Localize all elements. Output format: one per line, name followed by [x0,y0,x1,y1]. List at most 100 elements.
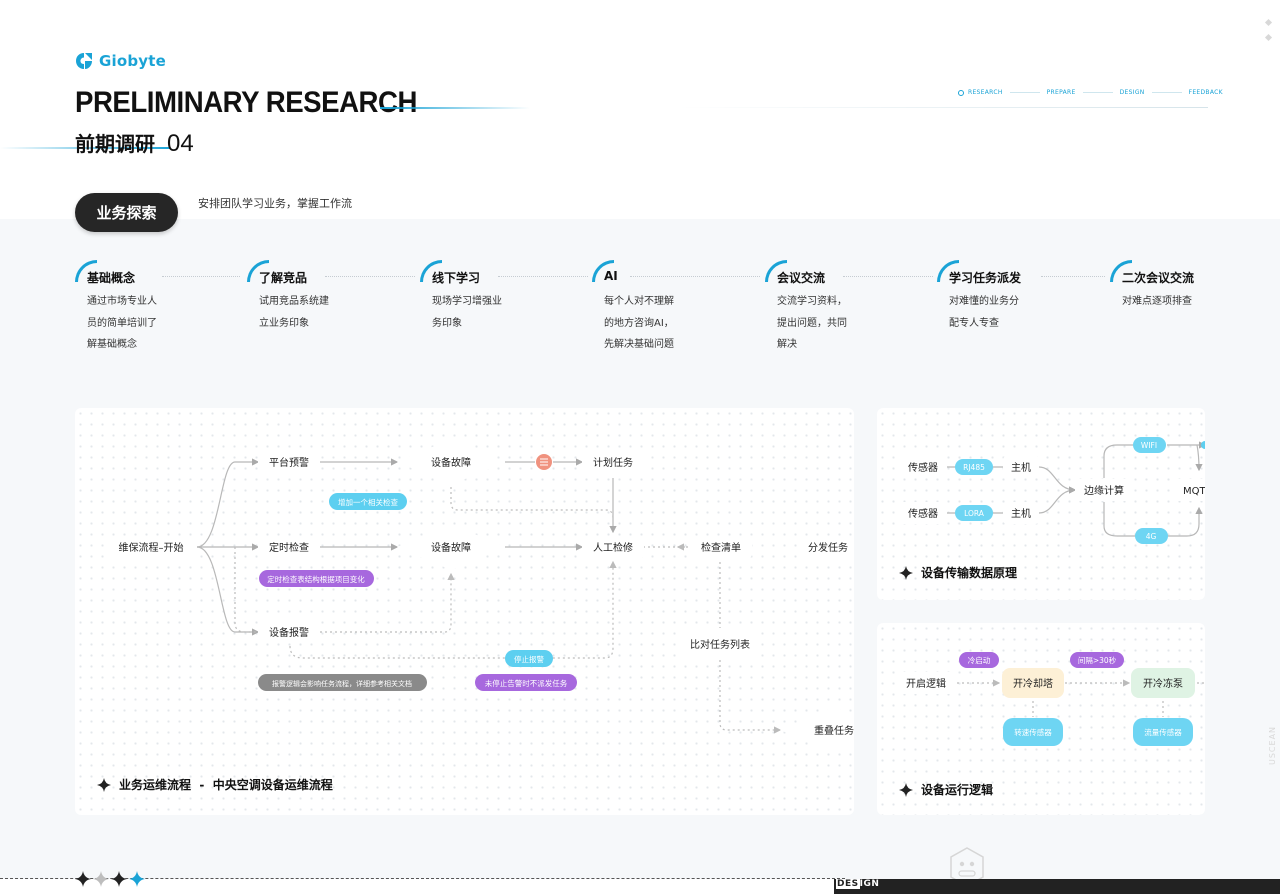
process-step-title: 了解竞品 [259,271,308,285]
svg-text:主机: 主机 [1011,461,1031,474]
footer-stars [75,871,145,887]
red-list-icon [536,454,552,470]
node-start: 维保流程–开始 [105,536,197,558]
process-step-desc: 现场学习增强业 务印象 [432,296,502,329]
node-scheduled-check: 定时检查 [258,536,320,558]
process-step-desc: 对难点逐项排查 [1122,296,1192,307]
node-device-alarm: 设备报警 [258,621,320,643]
step-nav: RESEARCH PREPARE DESIGN FEEDBACK [958,89,1223,96]
svg-text:计划任务: 计划任务 [593,456,633,469]
svg-text:分发任务: 分发任务 [808,541,848,554]
step-feedback[interactable]: FEEDBACK [1189,89,1223,96]
svg-text:未停止告警时不派发任务: 未停止告警时不派发任务 [485,678,568,688]
node-duplicate: 重叠任务 [780,707,854,753]
svg-text:人工检修: 人工检修 [593,541,633,554]
node-speed-sensor: 转速传感器 [1003,718,1063,746]
process-step-title: 基础概念 [87,271,136,285]
caption-text: 设备传输数据原理 [921,566,1018,580]
brand-logo: Giobyte [75,52,166,70]
process-steps: 基础概念 通过市场专业人 员的简单培训了 解基础概念 了解竞品 试用竞品系统建 立业务… [75,258,1215,368]
step-divider [1151,92,1182,93]
node-fault-1: 设备故障 [397,439,505,485]
svg-text:MQTT: MQTT [1183,486,1205,497]
svg-text:主机: 主机 [1011,507,1031,520]
caption-text: 设备运行逻辑 [921,783,994,797]
svg-text:重叠任务: 重叠任务 [814,724,854,737]
step-design[interactable]: DESIGN [1120,89,1145,96]
tag-alarm-logic: 报警逻辑会影响任务流程，详细参考相关文档 [258,674,427,691]
svg-text:增加一个相关检查: 增加一个相关检查 [338,497,398,507]
node-host-1: 主机 [1003,456,1039,478]
sparkle-icon [111,871,127,887]
logo-text: Giobyte [99,52,167,70]
node-dispatch: 分发任务 [797,536,854,558]
process-connector [498,276,588,277]
process-step-desc: 每个人对不理解 的地方咨询AI， 先解决基础问题 [604,296,674,350]
node-cool-pump: 开冷冻泵 [1131,668,1195,698]
svg-text:间隔>30秒: 间隔>30秒 [1078,655,1117,665]
process-connector [162,276,240,277]
svg-text:维保流程–开始: 维保流程–开始 [119,541,184,554]
page-title-en: PRELIMINARY RESEARCH [75,86,417,119]
node-host-2: 主机 [1003,502,1039,524]
node-edge-compute: 边缘计算 [1075,479,1133,501]
node-manual-repair: 人工检修 [582,536,644,558]
tag-add-check: 增加一个相关检查 [329,493,407,510]
svg-text:LORA: LORA [964,509,985,518]
node-compare-list: 比对任务列表 [679,630,761,660]
node-flow-sensor: 流量传感器 [1133,718,1193,746]
svg-text:设备报警: 设备报警 [269,626,309,639]
svg-text:报警逻辑会影响任务流程，详细参考相关文档: 报警逻辑会影响任务流程，详细参考相关文档 [272,679,412,688]
sparkle-icon [899,565,913,580]
page-title-cn: 前期调研 04 [75,128,194,158]
tag-lora: LORA [955,505,993,521]
process-step-title: 学习任务派发 [949,271,1022,285]
svg-text:转速传感器: 转速传感器 [1014,727,1052,737]
process-step-desc: 通过市场专业人 员的简单培训了 解基础概念 [87,296,157,350]
corner-decoration [1264,18,1273,50]
tag-stop-alarm: 停止报警 [505,650,553,667]
svg-text:设备故障: 设备故障 [431,456,471,469]
svg-text:开冷冻泵: 开冷冻泵 [1143,677,1183,690]
node-mqtt: MQTT [1173,479,1205,501]
svg-text:定时检查表结构根据项目变化: 定时检查表结构根据项目变化 [267,574,365,584]
node-sensor-2: 传感器 [899,502,947,524]
title-underline-decoration [380,107,530,109]
tag-wifi: WIFI [1133,437,1166,453]
process-step-title: AI [604,269,618,283]
operating-logic-caption: 设备运行逻辑 [899,781,993,798]
sparkle-icon [129,871,145,887]
step-prepare[interactable]: PREPARE [1047,89,1076,96]
nav-line-decoration [678,107,1208,108]
caption-text: 业务运维流程 - 中央空调设备运维流程 [119,778,333,792]
svg-text:开启逻辑: 开启逻辑 [906,677,946,690]
endpoint-dot [1201,441,1205,449]
node-checklist: 检查清单 [690,536,752,558]
process-step-desc: 试用竞品系统建 立业务印象 [259,296,329,329]
tag-no-dispatch: 未停止告警时不派发任务 [475,674,577,691]
tag-rj485: RJ485 [955,459,993,475]
node-open-logic: 开启逻辑 [899,672,954,694]
section-subtitle: 安排团队学习业务，掌握工作流 [198,197,352,210]
design-prefix: DES [836,879,860,889]
data-transmission-card: 传感器 传感器 RJ485 LORA 主机 主机 边缘计算 WIFI 4G MQ… [877,408,1205,600]
data-transmission-caption: 设备传输数据原理 [899,564,1017,581]
process-connector [843,276,933,277]
svg-text:开冷却塔: 开冷却塔 [1013,677,1053,690]
sparkle-icon [75,871,91,887]
svg-text:RJ485: RJ485 [963,463,985,472]
title-cn-text: 前期调研 [75,132,155,156]
svg-text:停止报警: 停止报警 [514,654,544,664]
svg-text:比对任务列表: 比对任务列表 [690,638,750,651]
node-platform-alert: 平台预警 [258,451,320,473]
tag-4g: 4G [1135,528,1168,544]
process-connector [325,276,415,277]
section-number: 04 [167,130,194,157]
svg-text:平台预警: 平台预警 [269,456,309,469]
svg-text:流量传感器: 流量传感器 [1144,727,1182,737]
tag-checklist-change: 定时检查表结构根据项目变化 [259,570,374,587]
tag-interval: 间隔>30秒 [1070,652,1124,668]
process-step-desc: 交流学习资料， 提出问题，共同 解决 [777,296,847,350]
step-divider [1009,92,1040,93]
step-research[interactable]: RESEARCH [968,89,1003,96]
